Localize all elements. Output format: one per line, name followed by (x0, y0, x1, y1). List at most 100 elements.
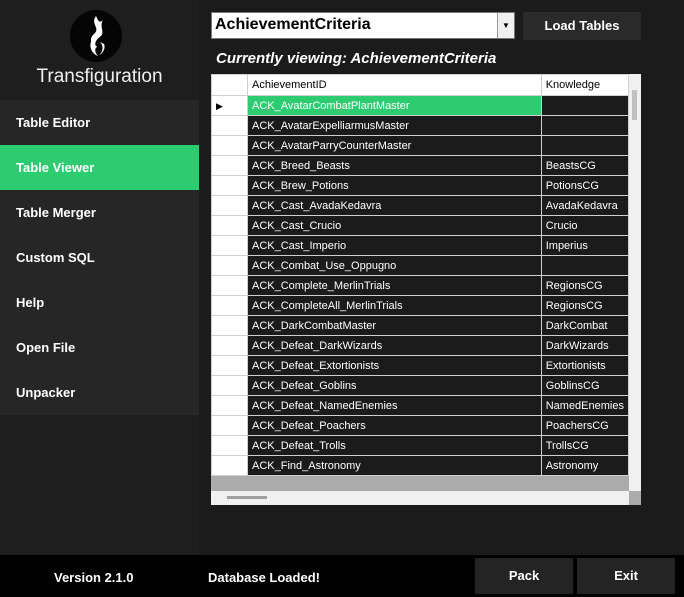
row-header[interactable] (211, 235, 248, 256)
column-header-knowledge[interactable]: Knowledge (540, 74, 629, 96)
row-header[interactable] (211, 415, 248, 436)
row-header[interactable] (211, 175, 248, 196)
vertical-scrollbar[interactable] (629, 74, 641, 491)
sidebar-item-help[interactable]: Help (0, 280, 199, 325)
column-header-achievementid[interactable]: AchievementID (246, 74, 542, 96)
table-row[interactable]: ACK_Breed_Beasts BeastsCG (211, 155, 629, 176)
sidebar: Transfiguration Table Editor Table Viewer… (0, 0, 199, 555)
sidebar-item-table-merger[interactable]: Table Merger (0, 190, 199, 235)
exit-button[interactable]: Exit (577, 558, 675, 594)
table-row[interactable]: ACK_AvatarParryCounterMaster (211, 135, 629, 156)
data-grid[interactable]: AchievementID Knowledge ▶ ACK_AvatarComba… (211, 74, 641, 505)
table-row[interactable]: ACK_Defeat_Goblins GoblinsCG (211, 375, 629, 396)
cell-achievementid[interactable]: ACK_Brew_Potions (246, 175, 542, 196)
cell-knowledge[interactable]: PoachersCG (540, 415, 629, 436)
cell-achievementid[interactable]: ACK_Cast_Crucio (246, 215, 542, 236)
row-header[interactable]: ▶ (211, 95, 248, 116)
cell-knowledge[interactable]: PotionsCG (540, 175, 629, 196)
cell-achievementid[interactable]: ACK_Breed_Beasts (246, 155, 542, 176)
table-row[interactable]: ACK_Cast_Imperio Imperius (211, 235, 629, 256)
cell-achievementid[interactable]: ACK_Combat_Use_Oppugno (246, 255, 542, 276)
cell-knowledge[interactable]: RegionsCG (540, 275, 629, 296)
cell-achievementid[interactable]: ACK_Defeat_Poachers (246, 415, 542, 436)
sidebar-item-table-viewer[interactable]: Table Viewer (0, 145, 199, 190)
current-row-arrow-icon: ▶ (216, 100, 223, 111)
chevron-down-icon[interactable]: ▼ (497, 13, 514, 38)
cell-achievementid[interactable]: ACK_Defeat_Extortionists (246, 355, 542, 376)
cell-knowledge[interactable]: GoblinsCG (540, 375, 629, 396)
table-row[interactable]: ACK_Cast_Crucio Crucio (211, 215, 629, 236)
sidebar-item-custom-sql[interactable]: Custom SQL (0, 235, 199, 280)
sidebar-item-unpacker[interactable]: Unpacker (0, 370, 199, 415)
table-row[interactable]: ACK_Defeat_Extortionists Extortionists (211, 355, 629, 376)
cell-knowledge[interactable]: DarkWizards (540, 335, 629, 356)
cell-knowledge[interactable]: NamedEnemies (540, 395, 629, 416)
cell-knowledge[interactable]: RegionsCG (540, 295, 629, 316)
cell-achievementid[interactable]: ACK_AvatarExpelliarmusMaster (246, 115, 542, 136)
flame-icon (70, 10, 122, 62)
row-header[interactable] (211, 295, 248, 316)
cell-knowledge[interactable] (540, 95, 629, 116)
sidebar-item-table-editor[interactable]: Table Editor (0, 100, 199, 145)
table-select[interactable]: AchievementCriteria ▼ (211, 12, 515, 39)
sidebar-item-open-file[interactable]: Open File (0, 325, 199, 370)
row-header[interactable] (211, 395, 248, 416)
horizontal-scrollbar[interactable] (211, 491, 629, 505)
row-header[interactable] (211, 135, 248, 156)
cell-knowledge[interactable] (540, 135, 629, 156)
cell-achievementid[interactable]: ACK_Defeat_Trolls (246, 435, 542, 456)
cell-achievementid[interactable]: ACK_Complete_MerlinTrials (246, 275, 542, 296)
table-row[interactable]: ACK_Defeat_Poachers PoachersCG (211, 415, 629, 436)
status-label: Database Loaded! (208, 570, 320, 585)
vertical-scroll-thumb[interactable] (632, 90, 637, 120)
cell-achievementid[interactable]: ACK_AvatarCombatPlantMaster (246, 95, 542, 116)
cell-achievementid[interactable]: ACK_Defeat_NamedEnemies (246, 395, 542, 416)
row-header[interactable] (211, 255, 248, 276)
table-row[interactable]: ACK_AvatarExpelliarmusMaster (211, 115, 629, 136)
table-row[interactable]: ACK_Combat_Use_Oppugno (211, 255, 629, 276)
cell-achievementid[interactable]: ACK_Defeat_Goblins (246, 375, 542, 396)
table-row[interactable]: ACK_Find_Astronomy Astronomy (211, 455, 629, 476)
cell-achievementid[interactable]: ACK_Defeat_DarkWizards (246, 335, 542, 356)
table-row[interactable]: ACK_DarkCombatMaster DarkCombat (211, 315, 629, 336)
version-label: Version 2.1.0 (54, 570, 134, 585)
row-header[interactable] (211, 435, 248, 456)
cell-knowledge[interactable]: BeastsCG (540, 155, 629, 176)
table-row[interactable]: ACK_Cast_AvadaKedavra AvadaKedavra (211, 195, 629, 216)
table-row[interactable]: ACK_Defeat_NamedEnemies NamedEnemies (211, 395, 629, 416)
table-row[interactable]: ACK_Brew_Potions PotionsCG (211, 175, 629, 196)
horizontal-scroll-thumb[interactable] (227, 496, 267, 499)
cell-knowledge[interactable]: Extortionists (540, 355, 629, 376)
cell-knowledge[interactable] (540, 255, 629, 276)
row-header[interactable] (211, 375, 248, 396)
table-row[interactable]: ▶ ACK_AvatarCombatPlantMaster (211, 95, 629, 116)
cell-knowledge[interactable] (540, 115, 629, 136)
cell-achievementid[interactable]: ACK_Cast_Imperio (246, 235, 542, 256)
row-header[interactable] (211, 215, 248, 236)
cell-achievementid[interactable]: ACK_CompleteAll_MerlinTrials (246, 295, 542, 316)
cell-knowledge[interactable]: AvadaKedavra (540, 195, 629, 216)
table-row[interactable]: ACK_Complete_MerlinTrials RegionsCG (211, 275, 629, 296)
cell-knowledge[interactable]: Imperius (540, 235, 629, 256)
cell-knowledge[interactable]: Astronomy (540, 455, 629, 476)
table-row[interactable]: ACK_Defeat_Trolls TrollsCG (211, 435, 629, 456)
table-row[interactable]: ACK_Defeat_DarkWizards DarkWizards (211, 335, 629, 356)
row-header[interactable] (211, 355, 248, 376)
cell-achievementid[interactable]: ACK_Find_Astronomy (246, 455, 542, 476)
row-header[interactable] (211, 315, 248, 336)
row-header[interactable] (211, 275, 248, 296)
cell-achievementid[interactable]: ACK_Cast_AvadaKedavra (246, 195, 542, 216)
table-row[interactable]: ACK_CompleteAll_MerlinTrials RegionsCG (211, 295, 629, 316)
row-header[interactable] (211, 155, 248, 176)
row-header[interactable] (211, 195, 248, 216)
cell-achievementid[interactable]: ACK_AvatarParryCounterMaster (246, 135, 542, 156)
cell-knowledge[interactable]: TrollsCG (540, 435, 629, 456)
pack-button[interactable]: Pack (475, 558, 573, 594)
row-header[interactable] (211, 115, 248, 136)
cell-knowledge[interactable]: DarkCombat (540, 315, 629, 336)
row-header[interactable] (211, 455, 248, 476)
cell-knowledge[interactable]: Crucio (540, 215, 629, 236)
cell-achievementid[interactable]: ACK_DarkCombatMaster (246, 315, 542, 336)
load-tables-button[interactable]: Load Tables (523, 12, 641, 40)
row-header[interactable] (211, 335, 248, 356)
